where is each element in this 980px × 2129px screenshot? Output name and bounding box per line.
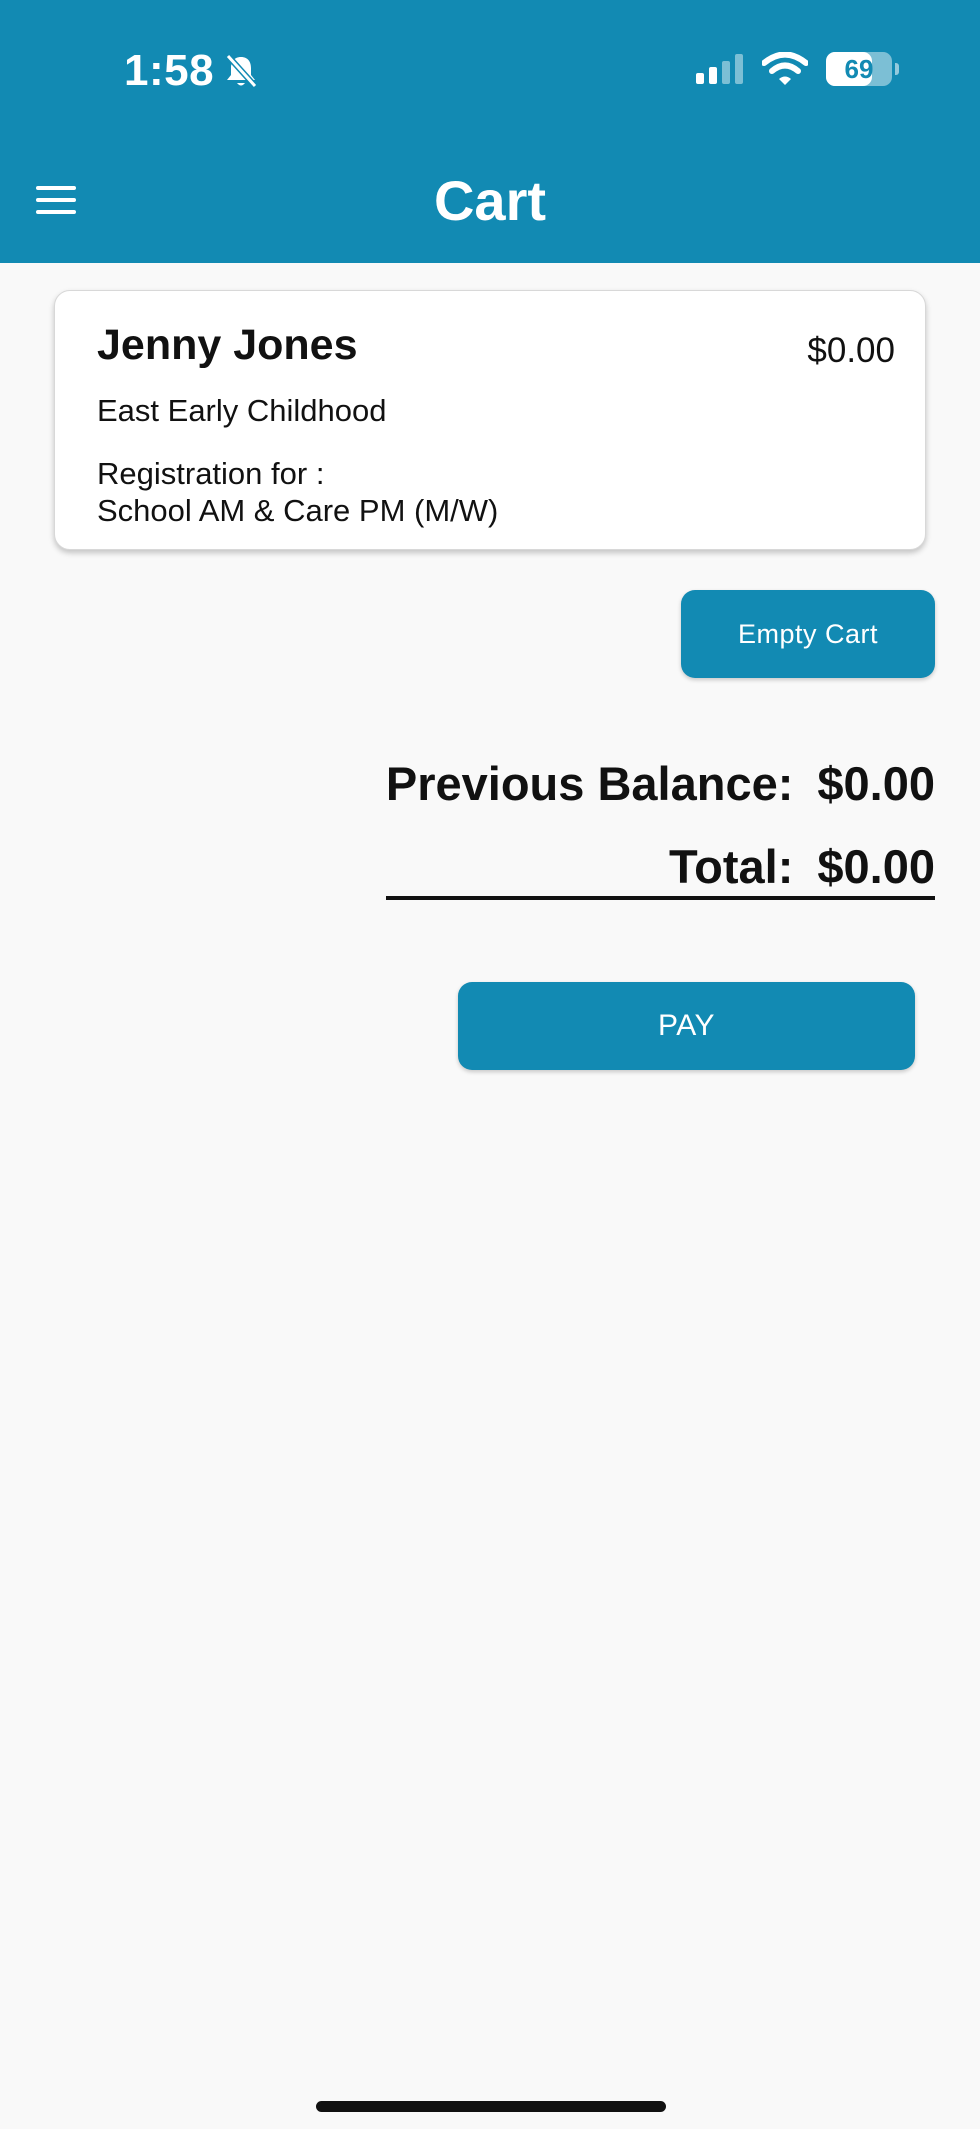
silent-mode-bell-icon: [225, 53, 258, 89]
order-totals: Previous Balance: $0.00 Total: $0.00: [385, 756, 935, 900]
previous-balance-row: Previous Balance: $0.00: [386, 756, 935, 811]
cellular-signal-icon: [696, 54, 743, 84]
item-price: $0.00: [807, 331, 895, 370]
total-label: Total:: [668, 840, 794, 893]
total-value: $0.00: [817, 840, 935, 893]
wifi-icon: [762, 52, 808, 85]
registration-program: School AM & Care PM (M/W): [97, 493, 499, 528]
pay-button[interactable]: PAY: [458, 982, 915, 1070]
empty-cart-button[interactable]: Empty Cart: [681, 590, 935, 678]
status-indicators: 69: [696, 52, 899, 86]
battery-percentage: 69: [844, 53, 874, 84]
previous-balance-value: $0.00: [817, 757, 935, 810]
status-time: 1:58: [124, 46, 258, 96]
cart-item-card: Jenny Jones $0.00 East Early Childhood R…: [54, 290, 926, 550]
page-title: Cart: [433, 169, 547, 232]
previous-balance-label: Previous Balance:: [385, 757, 794, 810]
home-indicator[interactable]: [316, 2101, 666, 2112]
app-header: 1:58 69 Cart: [0, 0, 980, 263]
registration-details: Registration for : School AM & Care PM (…: [97, 455, 498, 529]
school-name: East Early Childhood: [97, 393, 387, 428]
status-time-text: 1:58: [124, 46, 215, 95]
battery-icon: 69: [826, 52, 899, 86]
battery-terminal: [895, 63, 899, 75]
student-name: Jenny Jones: [97, 321, 358, 369]
registration-label: Registration for :: [97, 456, 325, 491]
total-row: Total: $0.00: [385, 839, 935, 900]
